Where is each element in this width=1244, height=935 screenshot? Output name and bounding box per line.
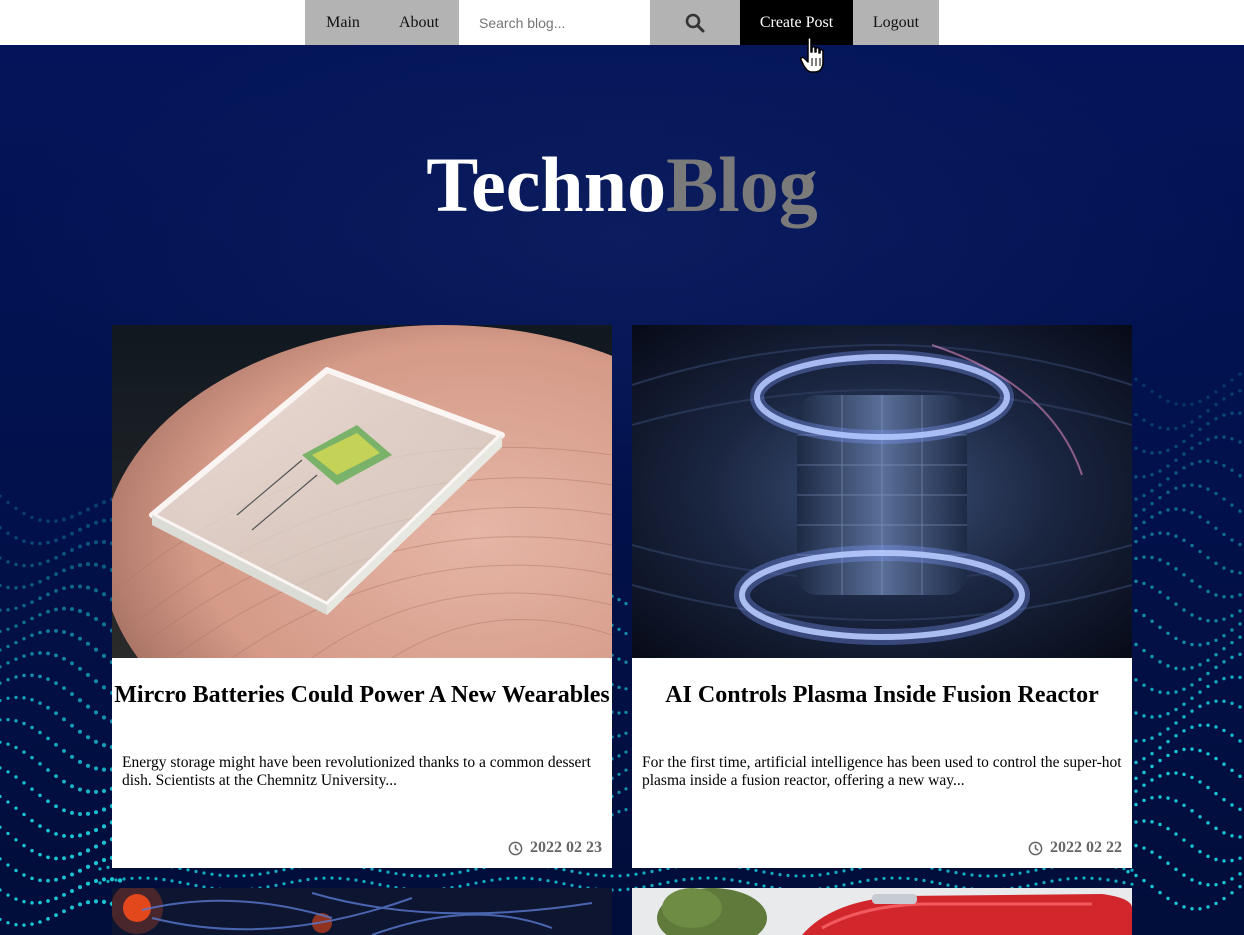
clock-icon [1028,841,1043,855]
site-title: TechnoBlog [0,140,1244,230]
post-date-text: 2022 02 23 [530,839,602,856]
search-button[interactable] [650,0,740,45]
clock-icon [508,841,523,855]
post-date-text: 2022 02 22 [1050,839,1122,856]
post-image-neural-network[interactable] [112,888,612,935]
main-navigation: Main About Create Post Logout [305,0,939,45]
nav-main-button[interactable]: Main [305,0,379,45]
post-image-micro-battery[interactable] [112,325,612,658]
hand-pointer-cursor-icon [800,36,824,73]
search-input[interactable] [459,0,650,45]
site-title-techno: Techno [426,141,667,228]
logout-button[interactable]: Logout [853,0,939,45]
post-image-fusion-reactor[interactable] [632,325,1132,658]
post-excerpt: Energy storage might have been revolutio… [122,754,591,789]
post-title[interactable]: AI Controls Plasma Inside Fusion Reactor [632,682,1132,709]
post-date: 2022 02 22 [1028,839,1122,857]
post-date: 2022 02 23 [508,839,602,857]
post-card[interactable]: Mircro Batteries Could Power A New Weara… [112,325,612,868]
post-card[interactable]: AI Controls Plasma Inside Fusion Reactor… [632,325,1132,868]
site-title-blog: Blog [666,141,818,228]
post-image-red-car[interactable] [632,888,1132,935]
post-excerpt: For the first time, artificial intellige… [642,754,1122,789]
search-icon [685,13,705,32]
create-post-button[interactable]: Create Post [740,0,853,45]
post-title[interactable]: Mircro Batteries Could Power A New Weara… [112,682,612,709]
nav-about-button[interactable]: About [379,0,459,45]
